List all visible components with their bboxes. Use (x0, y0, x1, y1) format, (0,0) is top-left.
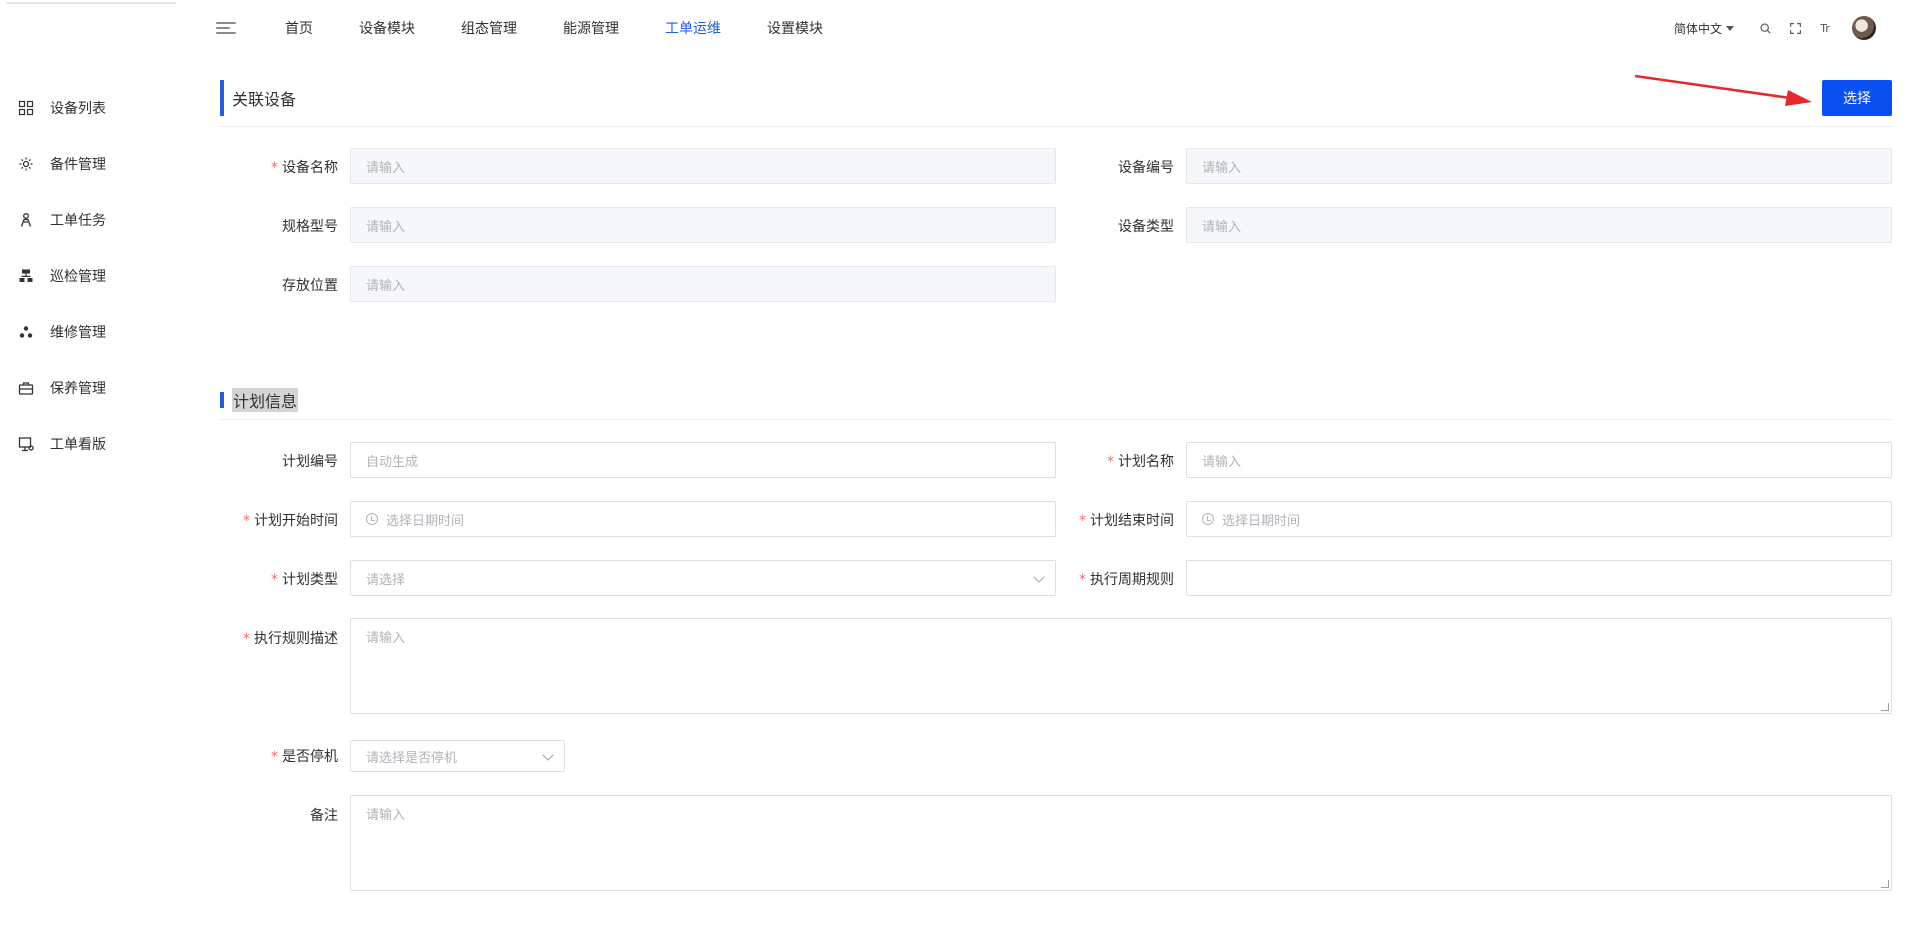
sidebar-item-label: 设备列表 (50, 101, 106, 117)
sidebar-item-repair[interactable]: 维修管理 (0, 304, 200, 360)
nav-item-devices[interactable]: 设备模块 (359, 18, 415, 38)
clock-icon (1202, 513, 1214, 525)
label-start-time: * 计划开始时间 (243, 513, 338, 529)
font-size-icon[interactable]: Tr (1817, 20, 1833, 36)
cluster-icon (18, 324, 34, 340)
rule-desc-textarea[interactable]: 请输入 (350, 618, 1892, 714)
label-end-time: * 计划结束时间 (1079, 513, 1174, 529)
spec-input[interactable]: 请输入 (350, 207, 1056, 243)
sidebar-item-label: 保养管理 (50, 381, 106, 397)
label-plan-code: 计划编号 (282, 454, 338, 470)
resize-handle-icon[interactable] (1881, 703, 1889, 711)
annotation-arrow (1634, 74, 1812, 106)
end-time-picker[interactable]: 选择日期时间 (1186, 501, 1892, 537)
sidebar-item-inspection[interactable]: 巡检管理 (0, 248, 200, 304)
resize-handle-icon[interactable] (1881, 880, 1889, 888)
device-code-input[interactable]: 请输入 (1186, 148, 1892, 184)
location-input[interactable]: 请输入 (350, 266, 1056, 302)
grid-icon (18, 100, 34, 116)
sidebar-item-label: 巡检管理 (50, 269, 106, 285)
label-device-code: 设备编号 (1118, 160, 1174, 176)
plan-type-select[interactable]: 请选择 (350, 560, 1056, 596)
nav-item-scada[interactable]: 组态管理 (461, 18, 517, 38)
label-rule-desc: * 执行规则描述 (243, 631, 338, 647)
main-content: 关联设备 选择 * 设备名称 请输入 设备编号 请输入 规格型号 请输入 设备类型… (200, 56, 1912, 930)
sidebar-item-parts[interactable]: 备件管理 (0, 136, 200, 192)
section-title-text: 关联设备 (232, 90, 297, 109)
plan-code-input[interactable]: 自动生成 (350, 442, 1056, 478)
remark-textarea[interactable]: 请输入 (350, 795, 1892, 891)
chevron-down-icon (1033, 571, 1045, 583)
caret-down-icon (1726, 25, 1734, 31)
logo-area (0, 0, 200, 36)
sidebar-item-board[interactable]: 工单看版 (0, 416, 200, 472)
label-shutdown: * 是否停机 (271, 749, 338, 765)
cycle-rule-input[interactable] (1186, 560, 1892, 596)
divider (220, 126, 1892, 127)
menu-toggle-icon[interactable] (216, 20, 236, 36)
avatar[interactable] (1852, 16, 1876, 40)
nav-item-settings[interactable]: 设置模块 (767, 18, 823, 38)
label-spec: 规格型号 (282, 219, 338, 235)
select-device-button[interactable]: 选择 (1822, 80, 1892, 116)
gear-icon (18, 156, 34, 172)
hierarchy-icon (18, 268, 34, 284)
divider (220, 419, 1892, 420)
search-icon[interactable] (1757, 20, 1773, 36)
device-name-input[interactable]: 请输入 (350, 148, 1056, 184)
language-label: 简体中文 (1673, 21, 1722, 36)
nav-item-home[interactable]: 首页 (285, 18, 313, 38)
label-device-type: 设备类型 (1118, 219, 1174, 235)
sidebar-item-label: 维修管理 (50, 325, 106, 341)
nav-item-energy[interactable]: 能源管理 (563, 18, 619, 38)
sidebar-item-label: 工单任务 (50, 213, 106, 229)
clock-icon (366, 513, 378, 525)
person-icon (18, 212, 34, 228)
label-cycle-rule: * 执行周期规则 (1079, 572, 1174, 588)
section-title-text: 计划信息 (232, 388, 299, 412)
plan-name-input[interactable]: 请输入 (1186, 442, 1892, 478)
nav-item-work-order-ops[interactable]: 工单运维 (665, 18, 721, 38)
section-title-plan: 计划信息 (220, 388, 299, 412)
start-time-picker[interactable]: 选择日期时间 (350, 501, 1056, 537)
chevron-down-icon (542, 749, 554, 761)
label-plan-type: * 计划类型 (271, 572, 338, 588)
device-type-input[interactable]: 请输入 (1186, 207, 1892, 243)
header-tools: 简体中文 Tr (1674, 16, 1876, 40)
monitor-icon (18, 436, 34, 452)
top-header: 首页 设备模块 组态管理 能源管理 工单运维 设置模块 简体中文 Tr (200, 0, 1912, 56)
sidebar-item-label: 备件管理 (50, 157, 106, 173)
label-remark: 备注 (310, 808, 338, 824)
label-device-name: * 设备名称 (271, 160, 338, 176)
language-select[interactable]: 简体中文 (1674, 20, 1734, 37)
label-location: 存放位置 (282, 278, 338, 294)
sidebar-item-work-orders[interactable]: 工单任务 (0, 192, 200, 248)
sidebar-item-maintenance[interactable]: 保养管理 (0, 360, 200, 416)
sidebar: 设备列表 备件管理 工单任务 巡检管理 维修管理 保养管理 工单看版 (0, 0, 200, 930)
label-plan-name: * 计划名称 (1107, 454, 1174, 470)
top-nav: 首页 设备模块 组态管理 能源管理 工单运维 设置模块 (262, 0, 846, 56)
fullscreen-icon[interactable] (1787, 20, 1803, 36)
toolbox-icon (18, 380, 34, 396)
section-title-device: 关联设备 (220, 80, 296, 116)
shutdown-select[interactable]: 请选择是否停机 (350, 740, 565, 772)
sidebar-item-label: 工单看版 (50, 437, 106, 453)
sidebar-item-device-list[interactable]: 设备列表 (0, 80, 200, 136)
sidebar-menu: 设备列表 备件管理 工单任务 巡检管理 维修管理 保养管理 工单看版 (0, 36, 200, 472)
